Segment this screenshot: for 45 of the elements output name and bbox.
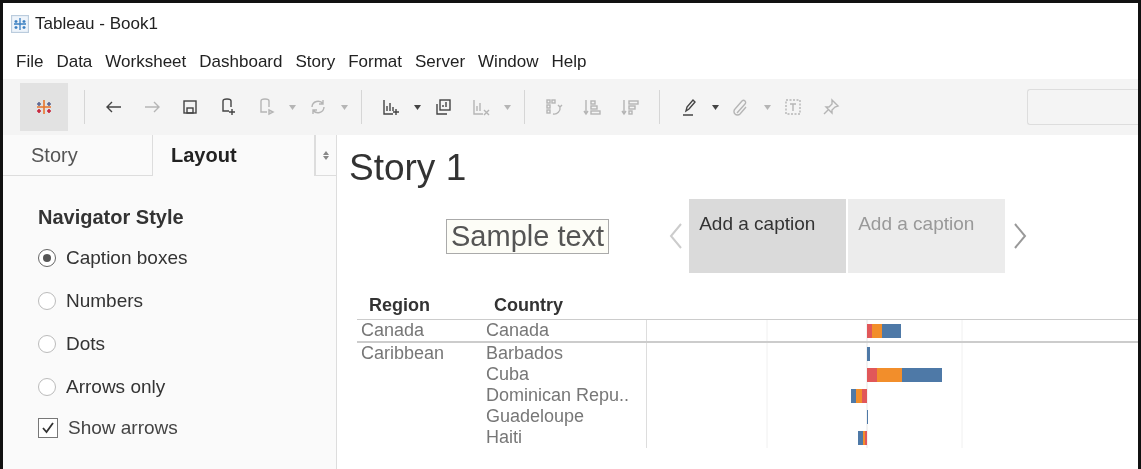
window-title: Tableau - Book1 — [35, 14, 158, 34]
menu-item[interactable]: File — [16, 52, 44, 72]
radio-button[interactable] — [38, 291, 56, 310]
radio-button[interactable] — [38, 334, 56, 353]
option-label: Numbers — [66, 289, 144, 312]
option-label: Arrows only — [66, 375, 166, 398]
column-header: Country — [494, 295, 564, 317]
menu-item[interactable]: Data — [56, 52, 93, 72]
menu-item[interactable]: Help — [551, 52, 587, 72]
column-header: Region — [369, 295, 431, 317]
menu-item[interactable]: Story — [295, 52, 336, 72]
bar-segment — [867, 347, 870, 361]
checkbox[interactable] — [38, 417, 58, 438]
menu-item[interactable]: Server — [415, 52, 466, 72]
country-cell-text: Cuba — [485, 364, 531, 385]
save-icon[interactable] — [180, 97, 200, 117]
country-cell-text: Guadeloupe — [485, 406, 586, 427]
option-label: Dots — [66, 332, 106, 355]
menu-item[interactable]: Dashboard — [199, 52, 283, 72]
country-cell-text: Canada — [485, 320, 551, 341]
app-logo-icon — [11, 15, 29, 33]
caption-box[interactable]: Add a caption — [689, 199, 847, 273]
dropdown-caret-icon[interactable] — [413, 104, 421, 110]
search-field[interactable] — [1027, 89, 1138, 125]
option-label: Caption boxes — [66, 246, 188, 269]
story-title: Story 1 — [349, 147, 468, 189]
country-cell-text: Haiti — [485, 427, 523, 448]
menu-item[interactable]: Format — [348, 52, 402, 72]
radio-button[interactable] — [38, 377, 56, 396]
menu-item[interactable]: Worksheet — [105, 52, 187, 72]
section-heading: Navigator Style — [38, 206, 185, 229]
country-cell-text: Barbados — [485, 343, 565, 364]
region-cell-text: Caribbean — [360, 343, 446, 364]
country-cell-text: Dominican Repu.. — [485, 385, 631, 406]
duplicate-sheet-icon[interactable] — [433, 97, 453, 117]
panel-tab[interactable]: Story — [3, 135, 153, 176]
text-object: Sample text — [446, 218, 610, 254]
sort-toggle-icon[interactable] — [323, 150, 329, 160]
region-cell-text: Canada — [360, 320, 426, 341]
checkbox-label: Show arrows — [68, 416, 178, 439]
menu-item[interactable]: Window — [478, 52, 539, 72]
new-worksheet-icon[interactable] — [381, 97, 401, 117]
logo-icon[interactable] — [34, 97, 54, 117]
dropdown-caret-icon[interactable] — [711, 104, 719, 110]
radio-button[interactable] — [38, 248, 56, 267]
